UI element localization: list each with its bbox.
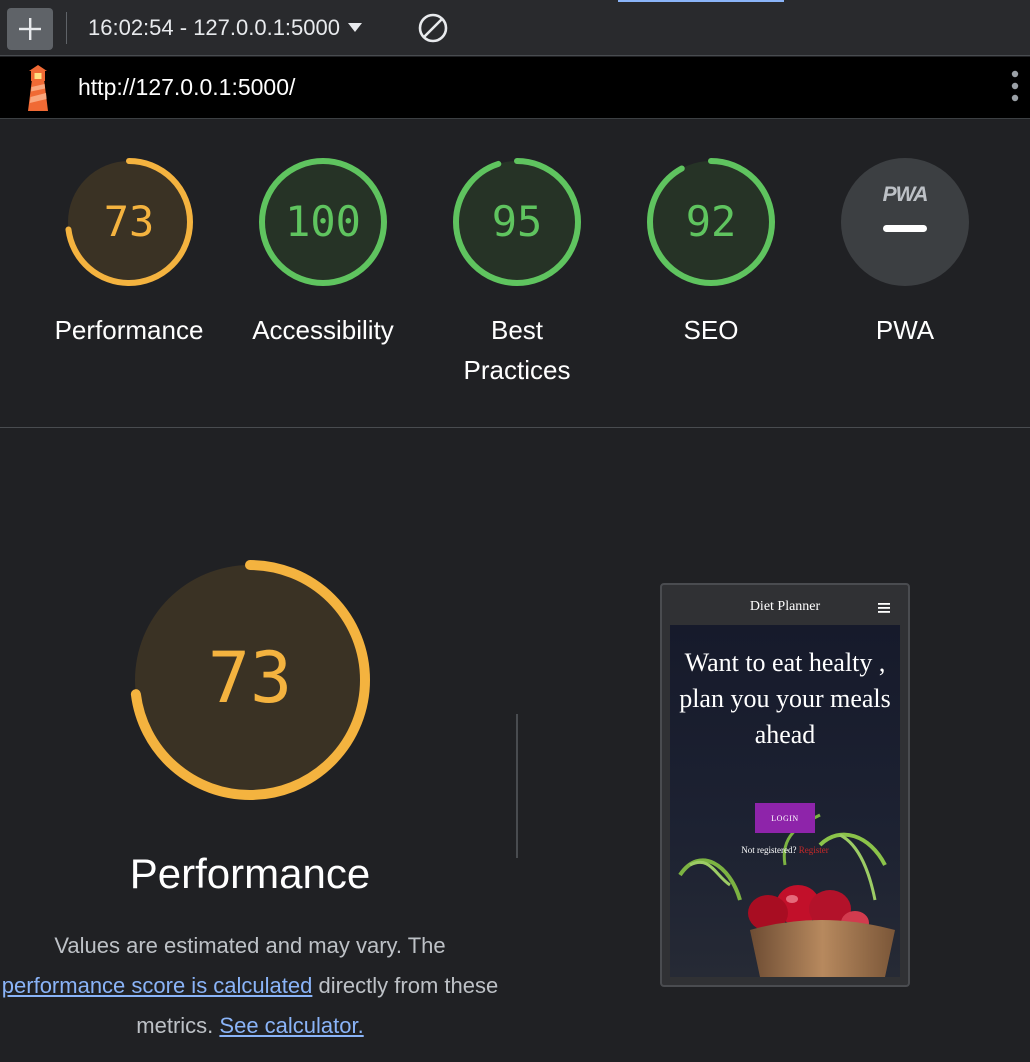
gauge-seo-label: SEO: [683, 315, 739, 345]
gauge-best-practices-ring: 95: [453, 158, 581, 286]
gauge-performance-label: Performance: [54, 315, 204, 345]
gauge-performance-value: 73: [104, 197, 155, 246]
gauge-pwa-ring: PWA: [841, 158, 969, 286]
gauge-accessibility[interactable]: 100 Accessibility: [226, 156, 420, 350]
see-calculator-link[interactable]: See calculator.: [219, 1013, 363, 1038]
gauge-pwa[interactable]: PWA PWA: [808, 156, 1002, 350]
thumb-hero: Want to eat healty , plan you your meals…: [670, 625, 900, 977]
thumb-login-button: LOGIN: [755, 803, 815, 833]
performance-score-calc-link[interactable]: performance score is calculated: [2, 973, 313, 998]
gauge-pwa-label: PWA: [875, 315, 935, 345]
toolbar-separator: [66, 12, 67, 44]
gauge-best-practices-label: Best Practices: [463, 315, 571, 385]
performance-desc-prefix: Values are estimated and may vary. The: [54, 933, 446, 958]
report-selector[interactable]: 16:02:54 - 127.0.0.1:5000: [88, 14, 362, 42]
toolbar-accent: [618, 0, 784, 2]
section-divider: [516, 714, 518, 858]
final-screenshot[interactable]: Diet Planner Want to eat healty , plan y…: [660, 583, 910, 987]
lighthouse-toolbar: 16:02:54 - 127.0.0.1:5000: [0, 0, 1030, 56]
gauge-accessibility-ring: 100: [259, 158, 387, 286]
lighthouse-icon: [28, 65, 48, 111]
pwa-badge-icon: PWA: [883, 183, 928, 206]
block-icon: [418, 13, 448, 43]
hamburger-icon: [878, 603, 890, 613]
thumb-hero-heading: Want to eat healty , plan you your meals…: [679, 648, 891, 749]
report-url: http://127.0.0.1:5000/: [78, 74, 296, 100]
thumb-register-text: Not registered? Register: [670, 845, 900, 855]
gauge-accessibility-value: 100: [285, 197, 361, 246]
caret-down-icon: [348, 23, 362, 32]
gauge-pwa-bg: [841, 158, 969, 286]
gauge-best-practices-value: 95: [492, 197, 543, 246]
gauge-accessibility-label: Accessibility: [252, 315, 394, 345]
new-report-button[interactable]: [7, 8, 53, 50]
gauge-seo-ring: 92: [647, 158, 775, 286]
performance-description: Values are estimated and may vary. The p…: [0, 926, 500, 1046]
report-selector-label: 16:02:54 - 127.0.0.1:5000: [88, 15, 340, 40]
scores-summary: 73 Performance 100 Accessibility 95 Best…: [0, 120, 1030, 428]
performance-title: Performance: [129, 850, 371, 897]
gauge-seo-value: 92: [686, 197, 737, 246]
plus-icon: [19, 18, 41, 40]
clear-reports-button[interactable]: [417, 12, 449, 49]
performance-score: 73: [208, 637, 292, 719]
gauge-performance-ring: 73: [65, 158, 193, 286]
thumb-register-link: Register: [798, 845, 829, 855]
kebab-icon[interactable]: [1010, 69, 1020, 105]
url-bar: http://127.0.0.1:5000/: [0, 57, 1030, 119]
thumb-site-title: Diet Planner: [749, 599, 821, 614]
gauge-seo[interactable]: 92 SEO: [614, 156, 808, 350]
pwa-dash-icon: [883, 225, 927, 232]
performance-gauge-large: 73: [130, 560, 370, 800]
gauge-best-practices[interactable]: 95 Best Practices: [420, 156, 614, 390]
thumb-navbar: Diet Planner: [662, 585, 908, 625]
thumb-register-prefix: Not registered?: [741, 845, 799, 855]
gauge-performance[interactable]: 73 Performance: [32, 156, 226, 350]
